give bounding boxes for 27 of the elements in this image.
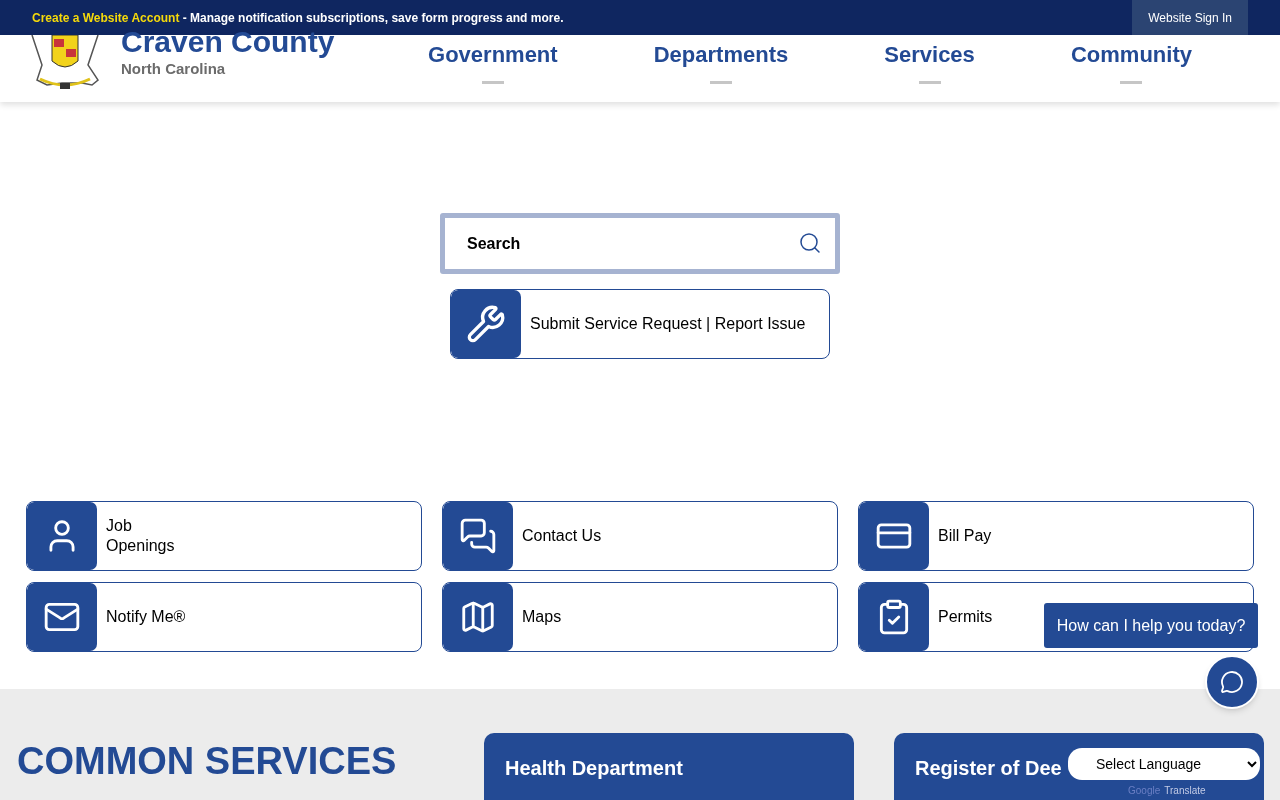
quick-link-button[interactable]: Job Openings	[26, 501, 422, 571]
nav-link[interactable]: Departments	[653, 38, 789, 71]
translate-label: Translate	[1164, 784, 1206, 798]
account-banner-text: Create a Website Account - Manage notification subscriptions, save form progress and more.	[32, 9, 564, 27]
nav-link[interactable]: Government	[428, 38, 558, 71]
nav-link[interactable]: Services	[884, 38, 975, 71]
service-card[interactable]: Health Department	[484, 733, 854, 800]
wrench-icon	[466, 304, 506, 344]
chat-button[interactable]	[1205, 655, 1259, 709]
search-icon[interactable]	[798, 231, 822, 255]
quick-link-button[interactable]: Contact Us	[442, 501, 838, 571]
service-request-button[interactable]: Submit Service Request | Report Issue	[450, 289, 830, 359]
create-account-link[interactable]: Create a Website Account	[32, 10, 180, 25]
nav-link[interactable]: Community	[1070, 38, 1192, 71]
language-select[interactable]: Select Language	[1068, 748, 1260, 780]
chat-icon	[1220, 670, 1244, 694]
site-subtitle: North Carolina	[121, 59, 227, 79]
sign-in-button[interactable]: Website Sign In	[1132, 0, 1248, 35]
quick-link-button[interactable]: Notify Me®	[26, 582, 422, 652]
chat-prompt[interactable]: How can I help you today?	[1044, 603, 1258, 648]
speech-bubbles-icon	[459, 517, 497, 555]
quick-link-button[interactable]: Bill Pay	[858, 501, 1254, 571]
site-title[interactable]: Craven County	[121, 25, 335, 59]
search-field[interactable]: Search	[440, 213, 840, 274]
quick-link-button[interactable]: Maps	[442, 582, 838, 652]
section-heading: COMMON SERVICES	[17, 739, 398, 783]
google-logo: Google	[1128, 784, 1161, 798]
